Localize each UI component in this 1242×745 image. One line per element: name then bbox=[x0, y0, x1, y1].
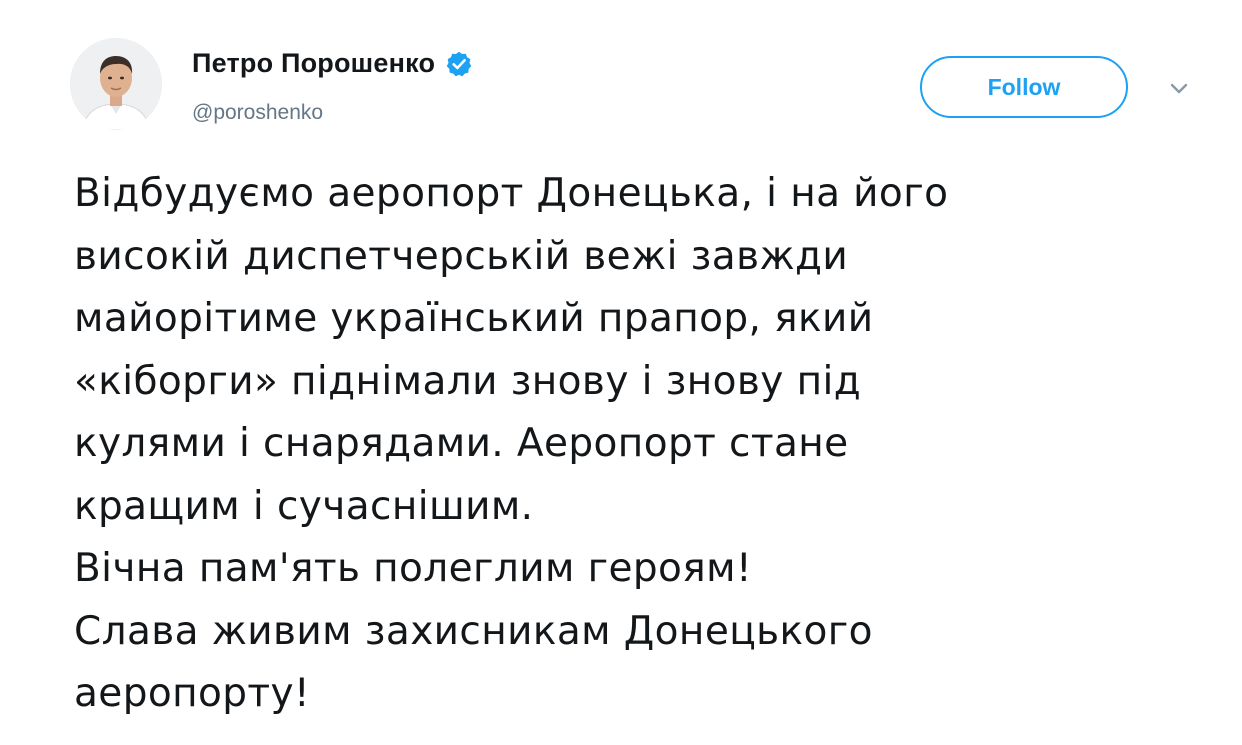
chevron-down-icon[interactable] bbox=[1166, 76, 1192, 102]
tweet-text-line: Вічна пам'ять полеглим героям! bbox=[74, 546, 753, 591]
follow-button[interactable]: Follow bbox=[920, 56, 1128, 118]
tweet-text-line: майорітиме український прапор, який bbox=[74, 296, 874, 341]
tweet-card: Петро Порошенко @poroshenko Follow Відбу… bbox=[0, 0, 1242, 745]
tweet-text-line: аеропорту! bbox=[74, 671, 311, 716]
author-handle[interactable]: @poroshenko bbox=[192, 101, 323, 125]
author-display-name[interactable]: Петро Порошенко bbox=[192, 48, 435, 79]
avatar[interactable] bbox=[70, 38, 162, 130]
tweet-text-line: Відбудуємо аеропорт Донецька, і на його bbox=[74, 171, 949, 216]
tweet-text-line: кулями і снарядами. Аеропорт стане bbox=[74, 421, 849, 466]
tweet-text-line: «кіборги» піднімали знову і знову під bbox=[74, 358, 862, 404]
tweet-text-line: високій диспетчерській вежі завжди bbox=[74, 233, 849, 279]
profile-photo-icon bbox=[70, 38, 162, 130]
verified-badge-icon bbox=[445, 50, 473, 78]
tweet-text-line: Слава живим захисникам Донецького bbox=[74, 608, 873, 654]
author-name-row: Петро Порошенко bbox=[192, 48, 473, 79]
tweet-text-line: кращим і сучаснішим. bbox=[74, 483, 534, 529]
tweet-text: Відбудуємо аеропорт Донецька, і на його … bbox=[74, 163, 1194, 726]
